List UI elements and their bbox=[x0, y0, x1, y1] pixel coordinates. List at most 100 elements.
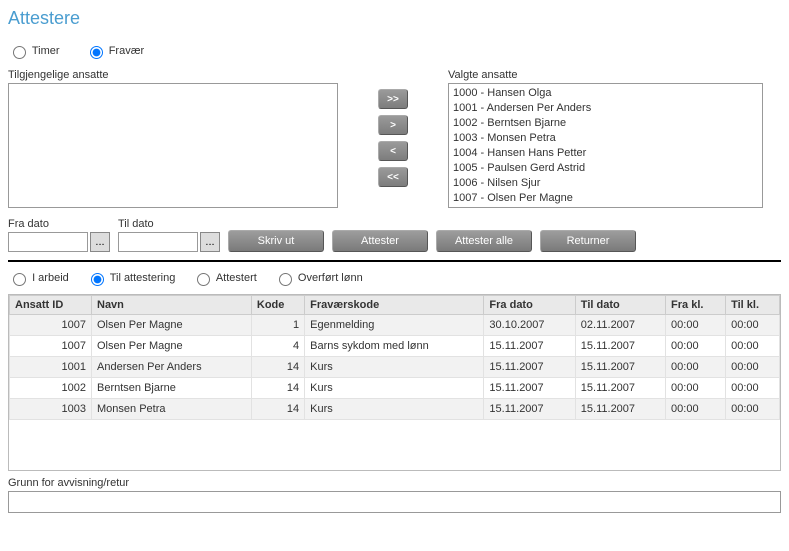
grid-cell: Monsen Petra bbox=[92, 399, 252, 420]
list-item[interactable]: 1006 - Nilsen Sjur bbox=[453, 176, 758, 191]
grid-cell: 00:00 bbox=[666, 357, 726, 378]
grid-cell: Olsen Per Magne bbox=[92, 315, 252, 336]
list-item[interactable]: 1004 - Hansen Hans Petter bbox=[453, 146, 758, 161]
available-label: Tilgjengelige ansatte bbox=[8, 69, 338, 81]
mode-fravaer-radio[interactable] bbox=[90, 46, 103, 59]
mode-timer-radio[interactable] bbox=[13, 46, 26, 59]
status-working-label[interactable]: I arbeid bbox=[8, 272, 72, 284]
list-item[interactable]: 1002 - Berntsen Bjarne bbox=[453, 116, 758, 131]
grid-cell: 00:00 bbox=[726, 357, 780, 378]
status-radio-row: I arbeid Til attestering Attestert Overf… bbox=[8, 270, 781, 286]
grid-cell: 15.11.2007 bbox=[575, 378, 665, 399]
grid-cell: Berntsen Bjarne bbox=[92, 378, 252, 399]
grid-cell: 00:00 bbox=[666, 399, 726, 420]
status-attested-label[interactable]: Attestert bbox=[192, 272, 259, 284]
list-item[interactable]: 1003 - Monsen Petra bbox=[453, 131, 758, 146]
status-transferred-radio[interactable] bbox=[279, 273, 292, 286]
grid-cell: 00:00 bbox=[726, 399, 780, 420]
grid-cell: Kurs bbox=[305, 357, 484, 378]
grid-column-header[interactable]: Navn bbox=[92, 296, 252, 315]
available-col: Tilgjengelige ansatte bbox=[8, 69, 338, 208]
mode-fravaer-label[interactable]: Fravær bbox=[85, 45, 145, 57]
grid-cell: 02.11.2007 bbox=[575, 315, 665, 336]
selected-listbox[interactable]: 1000 - Hansen Olga1001 - Andersen Per An… bbox=[448, 83, 763, 208]
grid-body: 1007Olsen Per Magne1Egenmelding30.10.200… bbox=[10, 315, 780, 420]
grid-cell: 14 bbox=[251, 399, 304, 420]
grid-cell: 1 bbox=[251, 315, 304, 336]
table-row[interactable]: 1002Berntsen Bjarne14Kurs15.11.200715.11… bbox=[10, 378, 780, 399]
grid-cell: 15.11.2007 bbox=[484, 336, 575, 357]
grid-column-header[interactable]: Kode bbox=[251, 296, 304, 315]
move-all-left-button[interactable]: << bbox=[378, 167, 408, 187]
grid-column-header[interactable]: Til kl. bbox=[726, 296, 780, 315]
employee-lists-row: Tilgjengelige ansatte >> > < << Valgte a… bbox=[8, 69, 781, 208]
grid-cell: 1007 bbox=[10, 336, 92, 357]
list-item[interactable]: 1005 - Paulsen Gerd Astrid bbox=[453, 161, 758, 176]
status-toattest-text: Til attestering bbox=[110, 272, 176, 284]
grid-cell: Barns sykdom med lønn bbox=[305, 336, 484, 357]
selected-col: Valgte ansatte 1000 - Hansen Olga1001 - … bbox=[448, 69, 763, 208]
mode-timer-text: Timer bbox=[32, 45, 60, 57]
date-action-row: Fra dato ... Til dato ... Skriv ut Attes… bbox=[8, 218, 781, 252]
grid-cell: 14 bbox=[251, 378, 304, 399]
to-date-field: Til dato ... bbox=[118, 218, 220, 252]
grid-cell: 15.11.2007 bbox=[575, 399, 665, 420]
attest-all-button[interactable]: Attester alle bbox=[436, 230, 532, 252]
attest-button[interactable]: Attester bbox=[332, 230, 428, 252]
move-all-right-button[interactable]: >> bbox=[378, 89, 408, 109]
move-buttons: >> > < << bbox=[378, 89, 408, 187]
grid-cell: 15.11.2007 bbox=[575, 357, 665, 378]
status-toattest-radio[interactable] bbox=[91, 273, 104, 286]
status-transferred-text: Overført lønn bbox=[298, 272, 363, 284]
grid-cell: 1001 bbox=[10, 357, 92, 378]
grid-column-header[interactable]: Til dato bbox=[575, 296, 665, 315]
status-attested-text: Attestert bbox=[216, 272, 257, 284]
from-date-input[interactable] bbox=[8, 232, 88, 252]
table-row[interactable]: 1007Olsen Per Magne1Egenmelding30.10.200… bbox=[10, 315, 780, 336]
grid-cell: Kurs bbox=[305, 378, 484, 399]
list-item[interactable]: 1007 - Olsen Per Magne bbox=[453, 191, 758, 206]
grid-cell: 15.11.2007 bbox=[484, 399, 575, 420]
status-working-radio[interactable] bbox=[13, 273, 26, 286]
move-one-right-button[interactable]: > bbox=[378, 115, 408, 135]
status-toattest-label[interactable]: Til attestering bbox=[86, 272, 179, 284]
grid-scroll-wrap[interactable]: Ansatt IDNavnKodeFraværskodeFra datoTil … bbox=[8, 294, 781, 471]
grid-cell: 30.10.2007 bbox=[484, 315, 575, 336]
grid-cell: Kurs bbox=[305, 399, 484, 420]
list-item[interactable]: 1000 - Hansen Olga bbox=[453, 86, 758, 101]
grid-cell: 00:00 bbox=[666, 378, 726, 399]
grid-column-header[interactable]: Fra dato bbox=[484, 296, 575, 315]
reason-input[interactable] bbox=[8, 491, 781, 513]
status-attested-radio[interactable] bbox=[197, 273, 210, 286]
grid-cell: 00:00 bbox=[666, 315, 726, 336]
from-date-label: Fra dato bbox=[8, 218, 110, 230]
grid-column-header[interactable]: Ansatt ID bbox=[10, 296, 92, 315]
return-button[interactable]: Returner bbox=[540, 230, 636, 252]
grid-column-header[interactable]: Fraværskode bbox=[305, 296, 484, 315]
grid-column-header[interactable]: Fra kl. bbox=[666, 296, 726, 315]
to-date-input[interactable] bbox=[118, 232, 198, 252]
grid-cell: 4 bbox=[251, 336, 304, 357]
print-button[interactable]: Skriv ut bbox=[228, 230, 324, 252]
list-item[interactable]: 1001 - Andersen Per Anders bbox=[453, 101, 758, 116]
available-listbox[interactable] bbox=[8, 83, 338, 208]
status-transferred-label[interactable]: Overført lønn bbox=[274, 272, 363, 284]
grid-cell: 15.11.2007 bbox=[484, 357, 575, 378]
grid-cell: 14 bbox=[251, 357, 304, 378]
mode-radio-row: Timer Fravær bbox=[8, 43, 781, 59]
from-date-field: Fra dato ... bbox=[8, 218, 110, 252]
move-one-left-button[interactable]: < bbox=[378, 141, 408, 161]
grid-cell: 1003 bbox=[10, 399, 92, 420]
grid-cell: 00:00 bbox=[666, 336, 726, 357]
mode-timer-label[interactable]: Timer bbox=[8, 45, 63, 57]
table-row[interactable]: 1001Andersen Per Anders14Kurs15.11.20071… bbox=[10, 357, 780, 378]
table-row[interactable]: 1003Monsen Petra14Kurs15.11.200715.11.20… bbox=[10, 399, 780, 420]
page-title: Attestere bbox=[8, 8, 781, 29]
to-date-picker-button[interactable]: ... bbox=[200, 232, 220, 252]
grid-cell: Andersen Per Anders bbox=[92, 357, 252, 378]
table-row[interactable]: 1007Olsen Per Magne4Barns sykdom med løn… bbox=[10, 336, 780, 357]
mode-fravaer-text: Fravær bbox=[109, 45, 144, 57]
from-date-picker-button[interactable]: ... bbox=[90, 232, 110, 252]
absence-grid: Ansatt IDNavnKodeFraværskodeFra datoTil … bbox=[9, 295, 780, 420]
grid-empty-space bbox=[9, 420, 780, 470]
